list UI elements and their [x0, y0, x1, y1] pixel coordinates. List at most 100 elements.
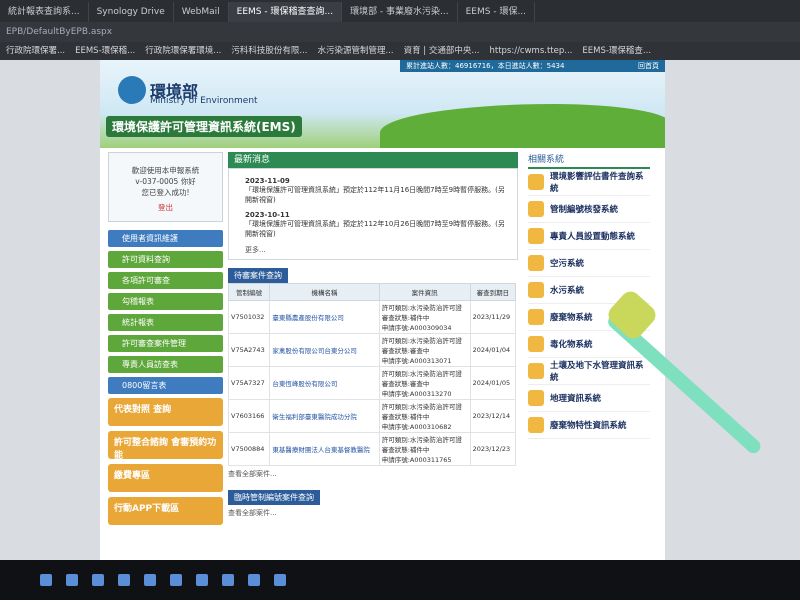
main-column: 最新消息 2023-11-09 「環境保護許可管理資訊系統」預定於112年11月… — [227, 152, 518, 521]
related-waste-property[interactable]: 廢棄物特性資訊系統 — [528, 412, 650, 439]
due-date: 2023/12/14 — [469, 399, 517, 433]
related-soil[interactable]: 土壤及地下水管理資訊系統 — [528, 358, 650, 385]
browser-tab[interactable]: 環境部 - 事業廢水污染... — [342, 2, 458, 22]
taskbar-app-icon[interactable] — [40, 574, 52, 586]
address-bar[interactable]: EPB/DefaultByEPB.aspx — [0, 22, 800, 42]
temp-view-all-link[interactable]: 查看全部案件... — [228, 508, 518, 518]
promo-app-download[interactable]: 行動APP下載區 — [108, 497, 223, 525]
related-label: 廢棄物特性資訊系統 — [550, 421, 627, 431]
people-icon — [528, 228, 544, 244]
browser-tab-active[interactable]: EEMS - 環保稽查查詢... — [228, 2, 343, 22]
related-air[interactable]: 空污系統 — [528, 250, 650, 277]
taskbar-app-icon[interactable] — [222, 574, 234, 586]
news-item[interactable]: 2023-11-09 「環境保護許可管理資訊系統」預定於112年11月16日晚間… — [245, 177, 511, 205]
control-id: V75A2743 — [227, 333, 271, 367]
login-status-box: 歡迎使用本申報系統 v-037-0005 你好 您已登入成功! 登出 — [108, 152, 223, 222]
related-label: 專責人員設置動態系統 — [550, 232, 636, 242]
login-line: v-037-0005 你好 — [135, 177, 196, 186]
browser-tab[interactable]: EEMS - 環保... — [458, 2, 536, 22]
menu-case-management[interactable]: 許可審查案件管理 — [108, 335, 223, 352]
water-icon — [528, 282, 544, 298]
home-link[interactable]: 回首頁 — [638, 60, 659, 72]
org-name-link[interactable]: 台東恆峰股份有限公司 — [269, 366, 380, 400]
browser-tab[interactable]: 統計報表查詢系... — [0, 2, 89, 22]
news-more-link[interactable]: 更多... — [245, 246, 266, 254]
menu-permit-review[interactable]: 各項許可審查 — [108, 272, 223, 289]
bookmark[interactable]: EEMS-環保稽查... — [582, 42, 651, 60]
browser-tab[interactable]: WebMail — [174, 2, 229, 22]
promo-consult-booking[interactable]: 許可整合諮詢 會審預約功能 — [108, 431, 223, 461]
org-name-link[interactable]: 家禽股份有限公司台東分公司 — [269, 333, 380, 367]
related-eia[interactable]: 環境影響評估書件查詢系統 — [528, 169, 650, 196]
promo-code-lookup[interactable]: 代表對照 查詢 — [108, 398, 223, 426]
taskbar-app-icon[interactable] — [118, 574, 130, 586]
case-info-line: 許可類別:水污染防治許可證 — [381, 403, 462, 411]
pending-cases-header: 待審案件查詢 — [228, 268, 288, 283]
related-label: 環境影響評估書件查詢系統 — [550, 172, 644, 194]
taskbar-app-icon[interactable] — [248, 574, 260, 586]
table-row: V7501032 臺東縣農產股份有限公司 許可類別:水污染防治許可證 審查狀態:補… — [227, 300, 517, 334]
related-gis[interactable]: 地理資訊系統 — [528, 385, 650, 412]
bookmark[interactable]: 行政院環保署環境... — [145, 42, 221, 60]
browser-tab[interactable]: Synology Drive — [89, 2, 174, 22]
related-label: 毒化物系統 — [550, 340, 593, 350]
taskbar-app-icon[interactable] — [274, 574, 286, 586]
top-info-bar: 累計進站人數：46916716，本日進站人數：5434 回首頁 — [400, 60, 665, 72]
news-item[interactable]: 2023-10-11 「環境保護許可管理資訊系統」預定於112年10月26日晚間… — [245, 211, 511, 239]
control-id: V7500884 — [227, 432, 271, 466]
news-date: 2023-11-09 — [245, 177, 290, 185]
col-header: 管制編號 — [227, 283, 271, 301]
menu-user-info[interactable]: 使用者資訊維護 — [108, 230, 223, 247]
bookmark[interactable]: EEMS-環保稽... — [75, 42, 135, 60]
bookmark[interactable]: 污科科技股份有限... — [231, 42, 307, 60]
org-name-link[interactable]: 臺東縣農產股份有限公司 — [269, 300, 380, 334]
pending-cases-table: 管制編號 機構名稱 案件資訊 審查到期日 V7501032 臺東縣農產股份有限公… — [227, 283, 517, 466]
table-row: V75A7327 台東恆峰股份有限公司 許可類別:水污染防治許可證 審查狀態:審查… — [227, 366, 517, 400]
bookmark[interactable]: 水污染源管制管理... — [317, 42, 393, 60]
case-info-line: 申請序號:A000313071 — [381, 357, 452, 365]
taskbar-app-icon[interactable] — [92, 574, 104, 586]
promo-payment[interactable]: 繳費專區 — [108, 464, 223, 492]
related-label: 水污系統 — [550, 286, 585, 296]
system-title: 環境保護許可管理資訊系統(EMS) — [106, 116, 302, 137]
bookmark[interactable]: https://cwms.ttep... — [489, 42, 572, 60]
os-taskbar — [0, 560, 800, 600]
bookmark[interactable]: 資育 | 交通部中央... — [404, 42, 480, 60]
control-id: V7501032 — [227, 300, 271, 334]
menu-0800-message[interactable]: 0800留言表 — [108, 377, 223, 394]
news-text[interactable]: 「環境保護許可管理資訊系統」預定於112年11月16日晚間7時至9時暫停服務。(… — [245, 185, 511, 205]
related-control-id[interactable]: 管制編號核發系統 — [528, 196, 650, 223]
plant-icon — [528, 363, 544, 379]
menu-permit-query[interactable]: 許可資料查詢 — [108, 251, 223, 268]
related-label: 管制編號核發系統 — [550, 205, 619, 215]
case-info-line: 許可類別:水污染防治許可證 — [381, 436, 462, 444]
menu-crosscheck-report[interactable]: 勾稽報表 — [108, 293, 223, 310]
bookmarks-bar: 行政院環保署... EEMS-環保稽... 行政院環保署環境... 污科科技股份… — [0, 42, 800, 60]
case-info-line: 許可類別:水污染防治許可證 — [381, 337, 462, 345]
logout-link[interactable]: 登出 — [109, 202, 222, 213]
factory-icon — [528, 255, 544, 271]
menu-staff-visit[interactable]: 專責人員訪查表 — [108, 356, 223, 373]
pending-view-all-link[interactable]: 查看全部案件... — [228, 469, 518, 479]
col-header: 機構名稱 — [269, 283, 380, 301]
visitor-count: 累計進站人數：46916716，本日進站人數：5434 — [406, 62, 565, 70]
taskbar-app-icon[interactable] — [196, 574, 208, 586]
taskbar-app-icon[interactable] — [66, 574, 78, 586]
banner-hills-illustration — [380, 104, 665, 148]
case-info: 許可類別:水污染防治許可證 審查狀態:補件中 申請序號:A000310682 — [378, 399, 471, 433]
due-date: 2024/01/05 — [469, 366, 517, 400]
browser-tab-strip: 統計報表查詢系... Synology Drive WebMail EEMS -… — [0, 0, 800, 22]
case-info-line: 審查狀態:審查中 — [381, 347, 430, 355]
org-name-link[interactable]: 衛生福利部臺東醫院成功分院 — [269, 399, 380, 433]
col-header: 審查到期日 — [469, 283, 517, 301]
col-header: 案件資訊 — [378, 283, 471, 301]
page-viewport: 累計進站人數：46916716，本日進站人數：5434 回首頁 環境部 Mini… — [0, 60, 800, 560]
org-name-link[interactable]: 東基醫療財團法人台東基督教醫院 — [269, 432, 380, 466]
taskbar-app-icon[interactable] — [170, 574, 182, 586]
taskbar-app-icon[interactable] — [144, 574, 156, 586]
related-staff[interactable]: 專責人員設置動態系統 — [528, 223, 650, 250]
related-label: 地理資訊系統 — [550, 394, 602, 404]
menu-stat-report[interactable]: 統計報表 — [108, 314, 223, 331]
news-text[interactable]: 「環境保護許可管理資訊系統」預定於112年10月26日晚間7時至9時暫停服務。(… — [245, 219, 511, 239]
bookmark[interactable]: 行政院環保署... — [6, 42, 65, 60]
